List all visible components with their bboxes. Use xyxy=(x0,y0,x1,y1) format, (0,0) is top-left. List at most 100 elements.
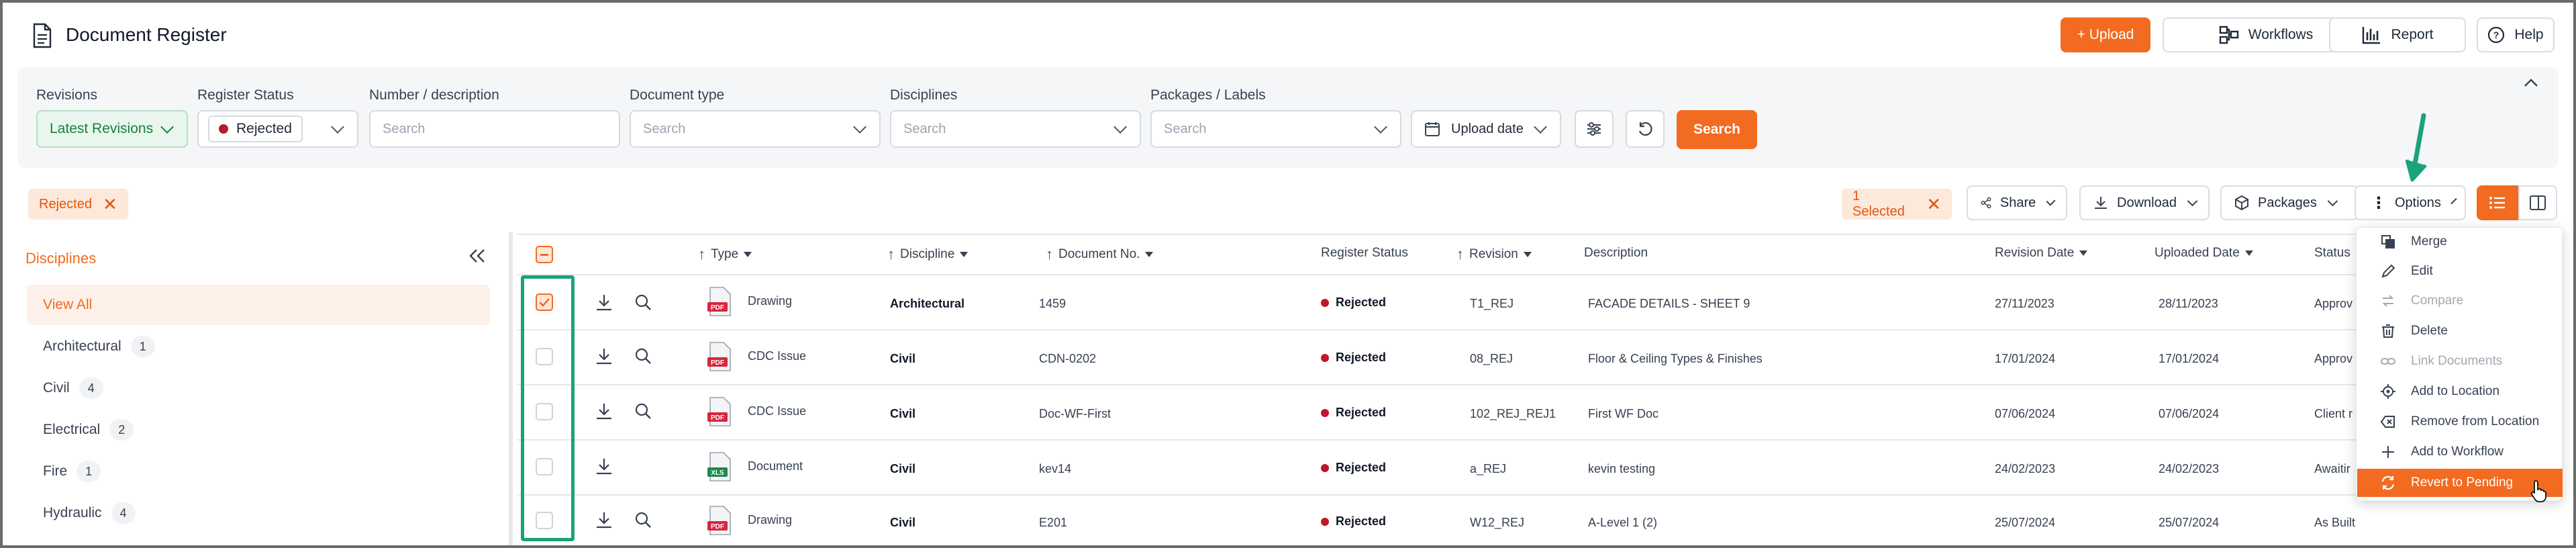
menu-item-add-to-location[interactable]: Add to Location xyxy=(2368,378,2556,405)
revisions-select[interactable]: Latest Revisions xyxy=(36,110,188,148)
packages-button[interactable]: Packages xyxy=(2220,185,2359,220)
search-icon[interactable] xyxy=(634,402,652,420)
menu-item-link-documents[interactable]: Link Documents xyxy=(2368,348,2556,375)
doc-no-cell[interactable]: 1459 xyxy=(1039,297,1066,311)
doc-type-select[interactable]: Search xyxy=(630,110,881,148)
split-view-button[interactable] xyxy=(2518,185,2557,220)
sort-arrow-icon: ↑ xyxy=(698,246,705,263)
table-row[interactable] xyxy=(517,330,2560,384)
discipline-cell: Civil xyxy=(890,462,916,475)
search-icon[interactable] xyxy=(634,347,652,365)
reset-filters-button[interactable] xyxy=(1626,110,1665,148)
help-label: Help xyxy=(2514,27,2544,42)
chevron-down-icon xyxy=(2046,196,2056,205)
sidebar-item-fire[interactable]: Fire 1 xyxy=(27,451,490,492)
download-icon[interactable] xyxy=(595,402,613,420)
calendar-icon xyxy=(1425,122,1440,136)
hand-cursor-icon xyxy=(2530,480,2546,502)
workflows-label: Workflows xyxy=(2248,27,2314,42)
search-icon[interactable] xyxy=(634,510,652,529)
share-icon xyxy=(1981,197,1991,209)
col-header-label: Revision xyxy=(1469,247,1518,261)
col-header-revision-date[interactable]: Revision Date xyxy=(1995,246,2088,261)
menu-item-compare[interactable]: Compare xyxy=(2368,287,2556,314)
table-top-border xyxy=(517,234,2560,235)
sidebar-item-hydraulic[interactable]: Hydraulic 4 xyxy=(27,493,490,533)
sidebar-item-label: Hydraulic xyxy=(43,505,102,520)
rejected-dot-icon xyxy=(1321,517,1329,526)
packages-placeholder: Search xyxy=(1164,121,1207,136)
uploaded-date-cell: 25/07/2024 xyxy=(2159,516,2220,529)
collapse-sidebar-icon[interactable] xyxy=(467,247,487,265)
doc-no-cell[interactable]: kev14 xyxy=(1039,462,1071,476)
description-cell: First WF Doc xyxy=(1588,407,1658,420)
doc-no-cell[interactable]: E201 xyxy=(1039,516,1067,530)
help-button[interactable]: ? Help xyxy=(2477,17,2555,52)
workflow-icon xyxy=(2219,26,2238,44)
type-cell: Drawing xyxy=(748,294,793,308)
download-icon[interactable] xyxy=(595,293,613,312)
sidebar-item-electrical[interactable]: Electrical 2 xyxy=(27,410,490,450)
rejected-dot-icon xyxy=(1321,408,1329,417)
annotation-highlight-box xyxy=(521,275,575,541)
discipline-cell: Civil xyxy=(890,516,916,529)
upload-date-select[interactable]: Upload date xyxy=(1411,110,1561,148)
upload-button[interactable]: + Upload xyxy=(2061,17,2150,52)
table-row[interactable] xyxy=(517,275,2560,329)
report-button[interactable]: Report xyxy=(2329,17,2466,52)
menu-item-merge[interactable]: Merge xyxy=(2368,228,2556,255)
menu-item-edit[interactable]: Edit xyxy=(2368,258,2556,285)
packages-label: Packages xyxy=(2258,195,2317,210)
table-row[interactable] xyxy=(517,496,2560,545)
col-header-type[interactable]: ↑ Type xyxy=(698,246,752,263)
status-cell: As Built xyxy=(2314,516,2356,529)
search-icon[interactable] xyxy=(634,293,652,312)
status-cell: Awaitir xyxy=(2314,462,2350,475)
filter-settings-button[interactable] xyxy=(1575,110,1614,148)
select-all-checkbox[interactable] xyxy=(536,246,553,263)
menu-item-add-to-workflow[interactable]: Add to Workflow xyxy=(2368,439,2556,465)
disciplines-select[interactable]: Search xyxy=(890,110,1141,148)
col-header-uploaded-date[interactable]: Uploaded Date xyxy=(2154,246,2253,261)
menu-item-label: Add to Location xyxy=(2411,384,2500,398)
download-icon[interactable] xyxy=(595,510,613,529)
menu-item-label: Remove from Location xyxy=(2411,414,2540,428)
table-row[interactable] xyxy=(517,441,2560,494)
col-header-label: Document No. xyxy=(1058,247,1140,261)
col-header-revision[interactable]: ↑ Revision xyxy=(1456,246,1532,263)
download-button[interactable]: Download xyxy=(2079,185,2210,220)
disciplines-placeholder: Search xyxy=(903,121,946,136)
doc-no-cell[interactable]: Doc-WF-First xyxy=(1039,407,1111,421)
chevron-down-icon xyxy=(853,120,866,134)
clear-selection-icon[interactable]: ✕ xyxy=(1926,194,1941,215)
col-header-discipline[interactable]: ↑ Discipline xyxy=(887,246,969,263)
status-label: Rejected xyxy=(1336,406,1387,419)
menu-item-remove-from-location[interactable]: Remove from Location xyxy=(2368,408,2556,435)
number-desc-input[interactable]: Search xyxy=(369,110,620,148)
revisions-value: Latest Revisions xyxy=(50,121,154,136)
col-header-label: Type xyxy=(711,247,739,261)
chevron-down-icon xyxy=(1374,120,1387,134)
share-button[interactable]: Share xyxy=(1967,185,2067,220)
sidebar-item-civil[interactable]: Civil 4 xyxy=(27,368,490,408)
count-badge: 4 xyxy=(111,502,136,524)
sidebar-item-view-all[interactable]: View All xyxy=(27,285,490,325)
download-icon[interactable] xyxy=(595,457,613,475)
download-icon[interactable] xyxy=(595,347,613,365)
options-button[interactable]: ⋮ Options xyxy=(2355,185,2466,220)
sidebar-item-architectural[interactable]: Architectural 1 xyxy=(27,326,490,367)
document-icon xyxy=(33,23,52,48)
register-status-select[interactable]: Rejected xyxy=(197,110,358,148)
menu-item-delete[interactable]: Delete xyxy=(2368,318,2556,345)
status-badge: Rejected xyxy=(1321,406,1386,420)
col-header-doc-no[interactable]: ↑ Document No. xyxy=(1046,246,1154,263)
doc-no-cell[interactable]: CDN-0202 xyxy=(1039,352,1096,366)
remove-filter-icon[interactable]: ✕ xyxy=(103,194,117,215)
sidebar-item-label: Civil xyxy=(43,380,70,396)
svg-text:?: ? xyxy=(2493,30,2499,40)
list-view-button[interactable] xyxy=(2477,185,2518,220)
status-tag: Rejected xyxy=(208,116,303,142)
packages-select[interactable]: Search xyxy=(1150,110,1401,148)
search-button[interactable]: Search xyxy=(1677,110,1757,149)
collapse-filters-icon[interactable] xyxy=(2522,77,2540,90)
